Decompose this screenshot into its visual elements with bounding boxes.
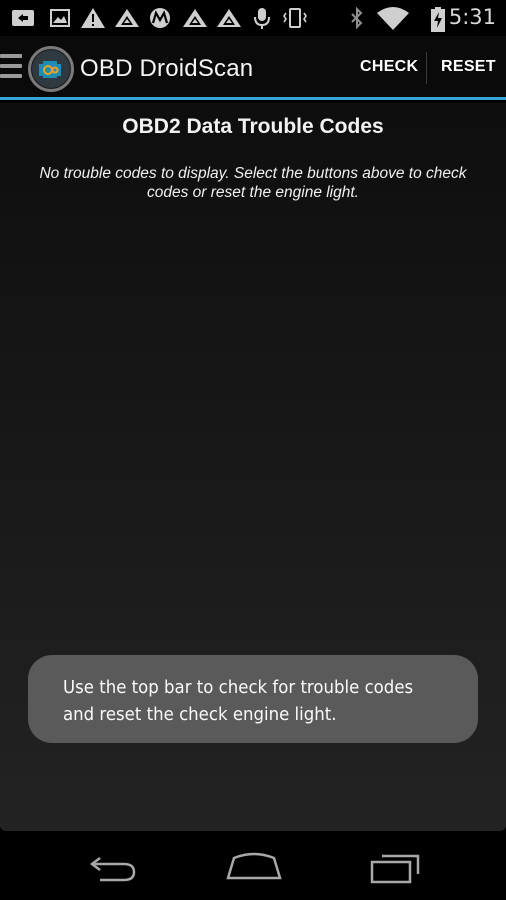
bluetooth-icon (351, 7, 363, 30)
back-icon[interactable] (86, 848, 138, 888)
toast-message: Use the top bar to check for trouble cod… (63, 677, 414, 725)
action-bar: OBD DroidScan CHECK RESET (0, 36, 506, 100)
recent-apps-icon[interactable] (368, 848, 424, 888)
motorola-icon (150, 8, 170, 28)
mountain-icon (183, 9, 207, 27)
mountain-icon (217, 9, 241, 27)
battery-icon (431, 7, 445, 32)
mountain-icon (115, 9, 139, 27)
empty-message: No trouble codes to display. Select the … (39, 165, 467, 201)
warning-icon (81, 8, 105, 28)
microphone-icon (254, 8, 270, 29)
drawer-menu-icon[interactable] (0, 54, 22, 84)
app-title: OBD DroidScan (80, 55, 254, 82)
reset-button[interactable]: RESET (441, 58, 496, 76)
image-icon (50, 9, 70, 27)
home-icon[interactable] (224, 848, 284, 888)
toast: Use the top bar to check for trouble cod… (28, 655, 478, 743)
clock: 5:31 (448, 5, 496, 29)
check-button[interactable]: CHECK (360, 58, 418, 76)
navigation-bar (0, 834, 506, 900)
keyboard-icon (12, 10, 34, 26)
action-divider (426, 52, 427, 84)
wifi-icon (377, 7, 409, 30)
page-title: OBD2 Data Trouble Codes (122, 115, 384, 138)
status-bar: 5:31 (0, 0, 506, 36)
app-logo-icon[interactable] (28, 46, 74, 92)
vibrate-icon (283, 8, 307, 28)
